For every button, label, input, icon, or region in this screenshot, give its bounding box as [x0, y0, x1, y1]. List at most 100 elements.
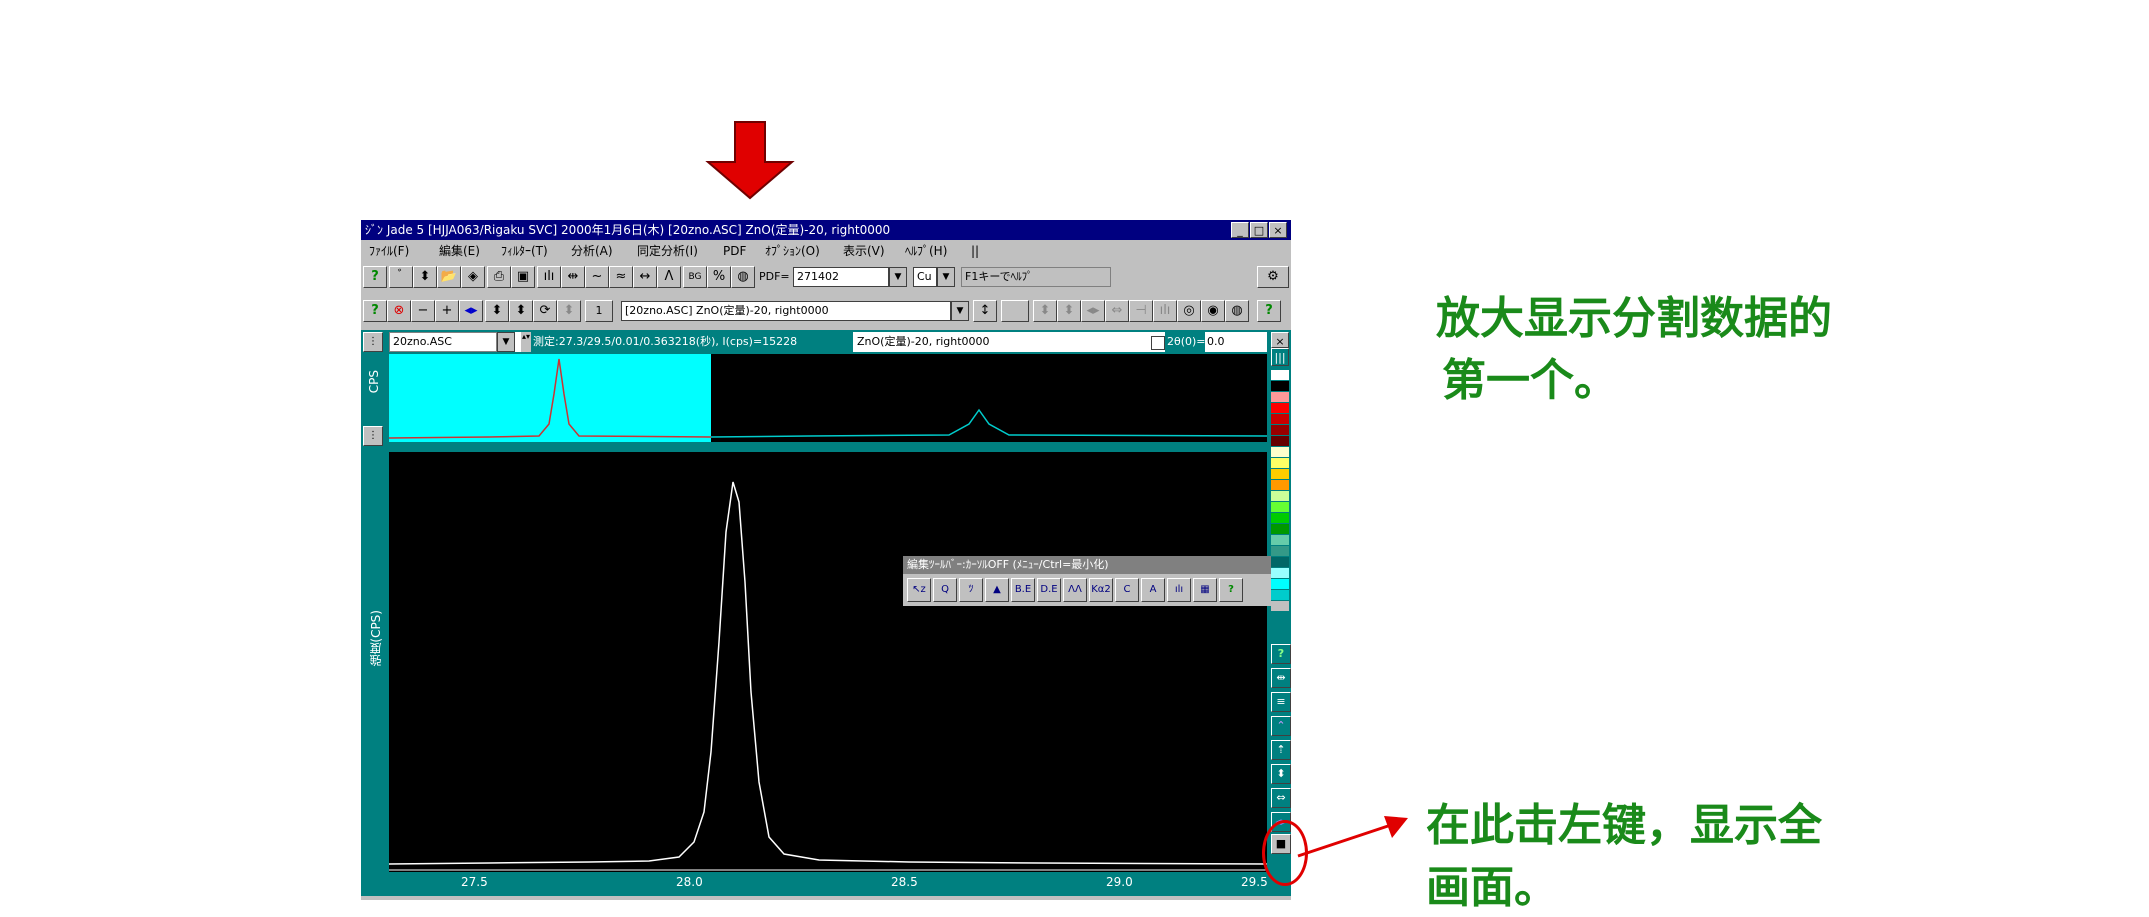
page-number[interactable]: 1 [585, 300, 613, 322]
main-plot-menu-button[interactable]: ⋮ [363, 426, 383, 446]
align-icon[interactable]: ⊣ [1129, 300, 1153, 322]
overview-plot[interactable] [389, 354, 1267, 442]
blank-button[interactable] [1001, 300, 1029, 322]
color-swatch[interactable] [1271, 370, 1289, 380]
split-icon[interactable]: ↕ [973, 300, 997, 322]
delete-edit-icon[interactable]: D.E [1037, 578, 1061, 602]
file-select[interactable]: [20zno.ASC] ZnO(定量)-20, right0000 [621, 301, 951, 321]
open-folder-icon[interactable]: 📂 [437, 266, 461, 288]
bg-icon[interactable]: BG [683, 266, 707, 288]
help3-icon[interactable]: ? [1257, 300, 1281, 322]
menu-pdf[interactable]: PDF [723, 240, 746, 262]
menu-identify[interactable]: 同定分析(I) [637, 240, 698, 262]
plus-icon[interactable]: + [435, 300, 459, 322]
twotheta-checkbox[interactable] [1151, 336, 1165, 350]
up-down-icon[interactable]: ⬍ [413, 266, 437, 288]
side-expand-icon[interactable]: ⇹ [1271, 668, 1291, 688]
color-swatch[interactable] [1271, 392, 1289, 402]
color-swatch[interactable] [1271, 480, 1289, 490]
main-plot[interactable] [389, 452, 1267, 872]
side-double-up-icon[interactable]: ⌃ [1271, 716, 1291, 736]
arrows-horizontal-icon[interactable]: ◂▸ [459, 300, 483, 322]
color-swatch[interactable] [1271, 513, 1289, 523]
arrows-vertical2-icon[interactable]: ⬍ [509, 300, 533, 322]
peak-fill-icon[interactable]: ▲ [985, 578, 1009, 602]
peak-split-icon[interactable]: ⇹ [561, 266, 585, 288]
palette-bars-icon[interactable]: ||| [1271, 348, 1289, 366]
menu-file[interactable]: ﾌｧｲﾙ(F) [369, 240, 409, 262]
cancel-icon[interactable]: ⊗ [387, 300, 411, 322]
arrows-h2-icon[interactable]: ◂▸ [1081, 300, 1105, 322]
side-lines-icon[interactable]: ≡ [1271, 692, 1291, 712]
side-help-icon[interactable]: ? [1271, 644, 1291, 664]
background-edit-icon[interactable]: B.E [1011, 578, 1035, 602]
color-swatch[interactable] [1271, 546, 1289, 556]
color-swatch[interactable] [1271, 590, 1289, 600]
smooth-icon[interactable]: ~ [585, 266, 609, 288]
up-down4-icon[interactable]: ⬍ [1057, 300, 1081, 322]
layers-icon[interactable]: ◈ [461, 266, 485, 288]
color-swatch[interactable] [1271, 491, 1289, 501]
percent-icon[interactable]: % [707, 266, 731, 288]
record-icon[interactable]: ◉ [1201, 300, 1225, 322]
annotate-icon[interactable]: A [1141, 578, 1165, 602]
color-swatch[interactable] [1271, 425, 1289, 435]
menu-help[interactable]: ﾍﾙﾌﾟ(H) [905, 240, 947, 262]
twotheta-value[interactable]: 0.0 [1205, 332, 1257, 352]
pdf-number-field[interactable]: 271402 [793, 267, 889, 287]
peaks-icon[interactable]: Λ [657, 266, 681, 288]
print-icon[interactable]: ⎙ [487, 266, 511, 288]
palette-scroll[interactable] [1271, 601, 1289, 611]
noise-icon[interactable]: ≈ [609, 266, 633, 288]
color-swatch[interactable] [1271, 502, 1289, 512]
help2-icon[interactable]: ? [363, 300, 387, 322]
color-swatch[interactable] [1271, 579, 1289, 589]
side-updown-icon[interactable]: ⬍ [1271, 764, 1291, 784]
grid-icon[interactable]: ▦ [1193, 578, 1217, 602]
menu-edit[interactable]: 編集(E) [439, 240, 480, 262]
arrows-h3-icon[interactable]: ⇔ [1105, 300, 1129, 322]
peak-mark-icon[interactable]: ﾂ [959, 578, 983, 602]
cursor-icon[interactable]: ↖z [907, 578, 931, 602]
target-icon[interactable]: ◎ [1177, 300, 1201, 322]
color-swatch[interactable] [1271, 469, 1289, 479]
maximize-button[interactable]: □ [1250, 222, 1268, 238]
file-name-dropdown[interactable]: ▼ [497, 332, 515, 352]
close-button[interactable]: × [1269, 222, 1287, 238]
minimize-button[interactable]: _ [1231, 222, 1249, 238]
kalpha2-icon[interactable]: Kα2 [1089, 578, 1113, 602]
menu-analysis[interactable]: 分析(A) [571, 240, 613, 262]
save-icon[interactable]: ▣ [511, 266, 535, 288]
edit-toolbar-title[interactable]: 編集ﾂｰﾙﾊﾞｰ:ｶｰｿﾙOFF (ﾒﾆｭｰ/Ctrl=最小化) [903, 556, 1271, 574]
cycle-icon[interactable]: ⟳ [533, 300, 557, 322]
minus-icon[interactable]: − [411, 300, 435, 322]
expand-icon[interactable]: ↔ [633, 266, 657, 288]
edit-help-icon[interactable]: ? [1219, 578, 1243, 602]
color-swatch[interactable] [1271, 403, 1289, 413]
target-select[interactable]: Cu [913, 267, 937, 287]
zoom-icon[interactable]: Q [933, 578, 957, 602]
multi-peak-icon[interactable]: ΛΛ [1063, 578, 1087, 602]
color-swatch[interactable] [1271, 524, 1289, 534]
pdf-dropdown-arrow[interactable]: ▼ [889, 267, 907, 287]
menu-options[interactable]: ｵﾌﾟｼｮﾝ(O) [765, 240, 820, 262]
file-dropdown-arrow[interactable]: ▼ [951, 301, 969, 321]
bar-chart-icon[interactable]: ılı [537, 266, 561, 288]
color-swatch[interactable] [1271, 436, 1289, 446]
arrows-vertical-icon[interactable]: ⬍ [485, 300, 509, 322]
target-dropdown-arrow[interactable]: ▼ [937, 267, 955, 287]
calibrate-icon[interactable]: C [1115, 578, 1139, 602]
color-swatch[interactable] [1271, 458, 1289, 468]
color-swatch[interactable] [1271, 557, 1289, 567]
color-swatch[interactable] [1271, 535, 1289, 545]
help-icon[interactable]: ? [363, 266, 387, 288]
globe2-icon[interactable]: ◍ [1225, 300, 1249, 322]
color-swatch[interactable] [1271, 447, 1289, 457]
bar-chart2-icon[interactable]: ılı [1153, 300, 1177, 322]
color-swatch[interactable] [1271, 414, 1289, 424]
file-stepper[interactable]: ▴▾ [521, 332, 531, 352]
color-swatch[interactable] [1271, 381, 1289, 391]
color-palette[interactable] [1271, 370, 1289, 640]
up-down3-icon[interactable]: ⬍ [1033, 300, 1057, 322]
globe-icon[interactable]: ◍ [731, 266, 755, 288]
